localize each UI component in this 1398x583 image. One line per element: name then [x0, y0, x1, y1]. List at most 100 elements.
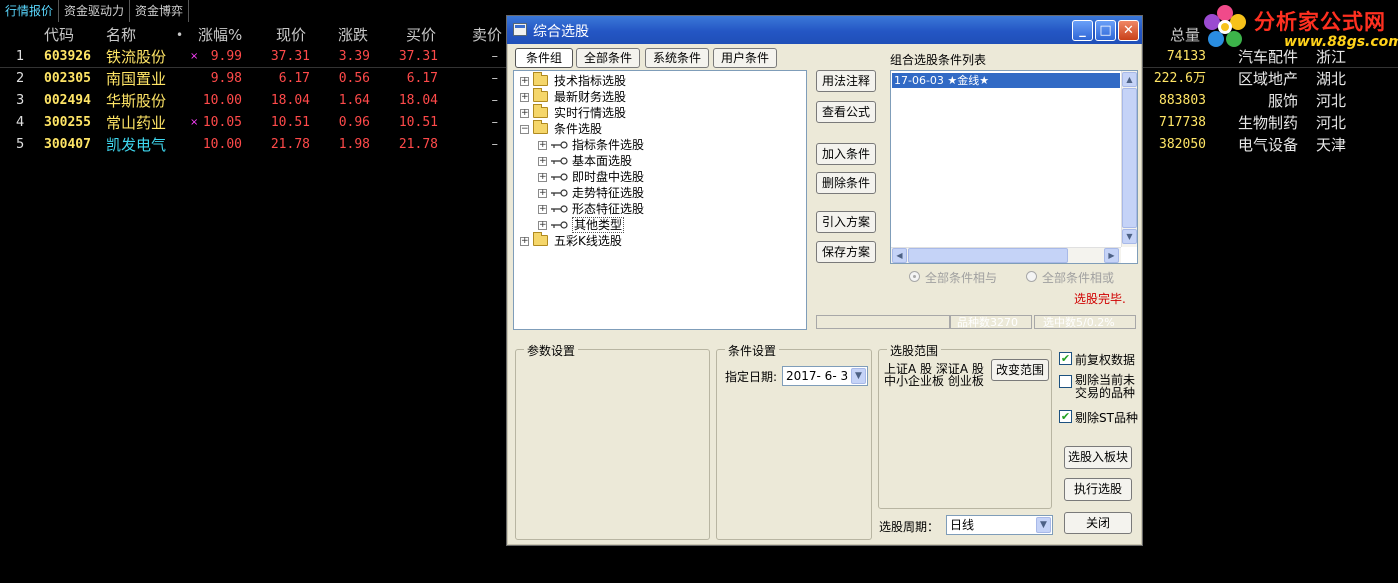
tree-item[interactable]: − 条件选股: [520, 120, 800, 137]
param-settings-title: 参数设置: [524, 342, 579, 359]
header-pct[interactable]: 涨幅%: [198, 24, 242, 46]
tab-quotes[interactable]: 行情报价: [0, 0, 60, 22]
progress-field: [816, 315, 950, 329]
expand-icon[interactable]: +: [520, 93, 529, 102]
row-code: 603926: [44, 49, 91, 64]
tree-item[interactable]: + 实时行情选股: [520, 104, 800, 121]
tree-item[interactable]: + 即时盘中选股: [538, 169, 798, 185]
window-app-icon: [513, 23, 527, 36]
row-bid: 10.51: [398, 115, 438, 130]
row-pct: 10.00: [202, 137, 242, 152]
date-label: 指定日期:: [725, 370, 778, 384]
condition-tree[interactable]: + 技术指标选股 + 最新财务选股 + 实时行情选股 − 条件选股 + 指标条件…: [513, 70, 807, 330]
tab-system-conditions[interactable]: 系统条件: [645, 48, 709, 68]
row-industry: 电气设备: [1237, 136, 1298, 154]
dropdown-arrow-icon[interactable]: ▼: [1036, 517, 1051, 533]
row-region: 浙江: [1316, 48, 1347, 66]
row-bid: 21.78: [398, 137, 438, 152]
import-scheme-button[interactable]: 引入方案: [816, 211, 876, 233]
close-button[interactable]: 关闭: [1064, 512, 1132, 534]
row-name: 凯发电气: [106, 136, 167, 154]
row-change: 0.96: [338, 115, 370, 130]
row-bid: 18.04: [398, 93, 438, 108]
expand-icon[interactable]: +: [538, 141, 547, 150]
key-icon: [551, 173, 568, 181]
radio-and-label: 全部条件相与: [925, 271, 998, 285]
close-window-button[interactable]: ✕: [1118, 20, 1139, 41]
expand-icon[interactable]: +: [520, 237, 529, 246]
row-ask: –: [491, 137, 499, 152]
change-range-button[interactable]: 改变范围: [991, 359, 1049, 381]
row-index: 3: [16, 93, 25, 108]
exclude-st-checkbox[interactable]: ✔: [1059, 410, 1072, 423]
expand-icon[interactable]: +: [520, 77, 529, 86]
scroll-up-icon[interactable]: ▲: [1122, 72, 1137, 87]
scroll-left-icon[interactable]: ◀: [892, 248, 907, 263]
row-name: 常山药业: [106, 114, 167, 132]
scroll-right-icon[interactable]: ▶: [1104, 248, 1119, 263]
tree-item[interactable]: + 指标条件选股: [538, 137, 798, 153]
header-volume[interactable]: 总量: [1170, 24, 1210, 46]
header-price[interactable]: 现价: [276, 24, 306, 46]
header-ask[interactable]: 卖价: [472, 24, 502, 46]
add-to-block-button[interactable]: 选股入板块: [1064, 446, 1132, 469]
key-icon: [551, 157, 568, 165]
delete-condition-button[interactable]: 删除条件: [816, 172, 876, 194]
tree-item[interactable]: + 其他类型: [538, 217, 798, 233]
radio-and[interactable]: [909, 271, 920, 282]
row-ask: –: [491, 115, 499, 130]
expand-icon[interactable]: +: [538, 189, 547, 198]
row-region: 湖北: [1316, 70, 1347, 88]
condition-settings-title: 条件设置: [725, 342, 780, 359]
maximize-button[interactable]: □: [1095, 20, 1116, 41]
tree-item[interactable]: + 基本面选股: [538, 153, 798, 169]
expand-icon[interactable]: +: [538, 221, 547, 230]
tab-fund-game[interactable]: 资金博弈: [130, 0, 190, 22]
dialog-titlebar[interactable]: 综合选股 _ □ ✕: [507, 16, 1142, 44]
execute-screening-button[interactable]: 执行选股: [1064, 478, 1132, 501]
save-scheme-button[interactable]: 保存方案: [816, 241, 876, 263]
add-condition-button[interactable]: 加入条件: [816, 143, 876, 165]
expand-icon[interactable]: +: [520, 109, 529, 118]
expand-icon[interactable]: +: [538, 157, 547, 166]
row-volume: 883803: [1159, 93, 1206, 108]
header-change[interactable]: 涨跌: [338, 24, 368, 46]
period-select[interactable]: 日线 ▼: [946, 515, 1053, 535]
radio-or[interactable]: [1026, 271, 1037, 282]
row-price: 37.31: [270, 49, 310, 64]
condition-list-item[interactable]: 17-06-03 ★金线★: [892, 73, 1120, 88]
tab-condition-group[interactable]: 条件组: [515, 48, 573, 68]
scroll-thumb[interactable]: [1122, 88, 1137, 228]
row-name: 华斯股份: [106, 92, 167, 110]
condition-list[interactable]: 17-06-03 ★金线★ ▲ ▼ ◀ ▶: [890, 70, 1138, 264]
minimize-button[interactable]: _: [1072, 20, 1093, 41]
expand-icon[interactable]: +: [538, 173, 547, 182]
tree-item[interactable]: + 形态特征选股: [538, 201, 798, 217]
scroll-down-icon[interactable]: ▼: [1122, 229, 1137, 244]
header-name[interactable]: 名称: [106, 24, 136, 46]
scroll-thumb-h[interactable]: [908, 248, 1068, 263]
collapse-icon[interactable]: −: [520, 125, 529, 134]
vertical-scrollbar[interactable]: ▲ ▼: [1121, 71, 1137, 247]
horizontal-scrollbar[interactable]: ◀ ▶: [891, 247, 1121, 263]
tab-fund-drive[interactable]: 资金驱动力: [59, 0, 131, 22]
tree-item[interactable]: + 技术指标选股: [520, 72, 800, 89]
row-pct: 9.99: [210, 49, 242, 64]
row-index: 4: [16, 115, 25, 130]
tree-item[interactable]: + 走势特征选股: [538, 185, 798, 201]
view-formula-button[interactable]: 查看公式: [816, 101, 876, 123]
header-bid[interactable]: 买价: [406, 24, 436, 46]
tab-user-conditions[interactable]: 用户条件: [713, 48, 777, 68]
header-code[interactable]: 代码: [44, 24, 74, 46]
tree-item[interactable]: + 最新财务选股: [520, 88, 800, 105]
usage-notes-button[interactable]: 用法注释: [816, 70, 876, 92]
date-picker[interactable]: 2017- 6- 3 ▼: [782, 366, 868, 386]
tab-all-conditions[interactable]: 全部条件: [576, 48, 640, 68]
exclude-untraded-checkbox[interactable]: [1059, 375, 1072, 388]
key-icon: [551, 189, 568, 197]
selected-field: 选中数5/0.2%: [1034, 315, 1136, 329]
expand-icon[interactable]: +: [538, 205, 547, 214]
dropdown-arrow-icon[interactable]: ▼: [851, 368, 866, 384]
tree-item[interactable]: + 五彩K线选股: [520, 232, 800, 249]
adjusted-data-checkbox[interactable]: ✔: [1059, 352, 1072, 365]
